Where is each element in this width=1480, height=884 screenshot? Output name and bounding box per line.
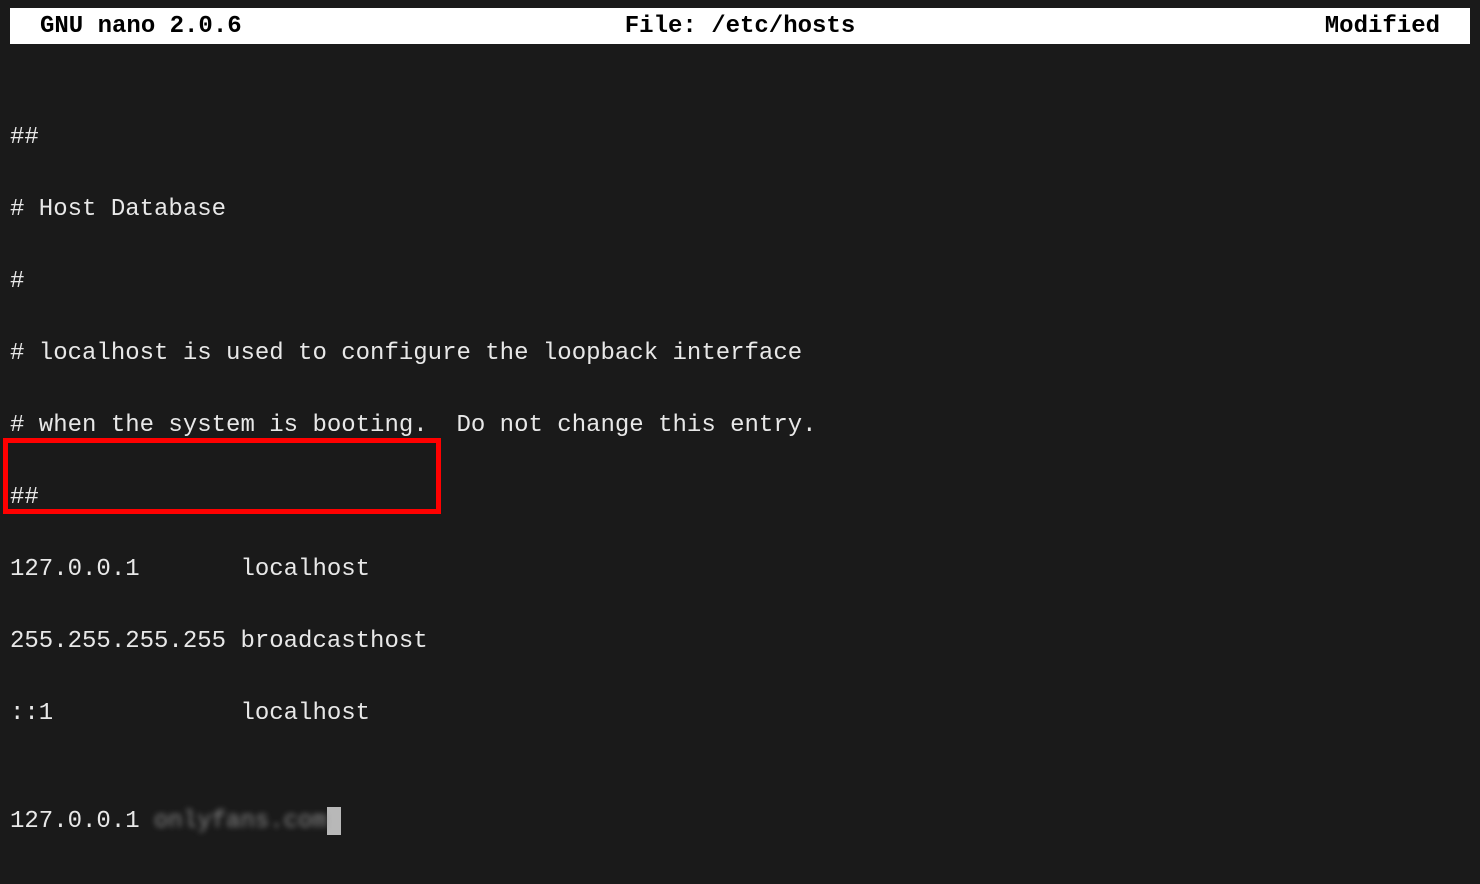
highlighted-line: 127.0.0.1 onlyfans.com <box>8 804 1472 840</box>
file-line: 127.0.0.1 localhost <box>8 552 1472 588</box>
file-line: 255.255.255.255 broadcasthost <box>8 624 1472 660</box>
modified-status: Modified <box>1325 13 1440 40</box>
file-line: ## <box>8 120 1472 156</box>
file-line: # <box>8 264 1472 300</box>
file-line: # Host Database <box>8 192 1472 228</box>
app-version: GNU nano 2.0.6 <box>40 13 242 40</box>
file-line: ## <box>8 480 1472 516</box>
ip-address: 127.0.0.1 <box>10 808 154 835</box>
editor-area[interactable]: ## # Host Database # # localhost is used… <box>0 44 1480 884</box>
file-line: # localhost is used to configure the loo… <box>8 336 1472 372</box>
nano-titlebar: GNU nano 2.0.6 File: /etc/hosts Modified <box>10 8 1470 44</box>
file-line: ::1 localhost <box>8 696 1472 732</box>
file-label: File: /etc/hosts <box>625 13 855 40</box>
text-cursor <box>327 807 341 835</box>
blocked-domain: onlyfans.com <box>154 808 327 835</box>
file-line: # when the system is booting. Do not cha… <box>8 408 1472 444</box>
